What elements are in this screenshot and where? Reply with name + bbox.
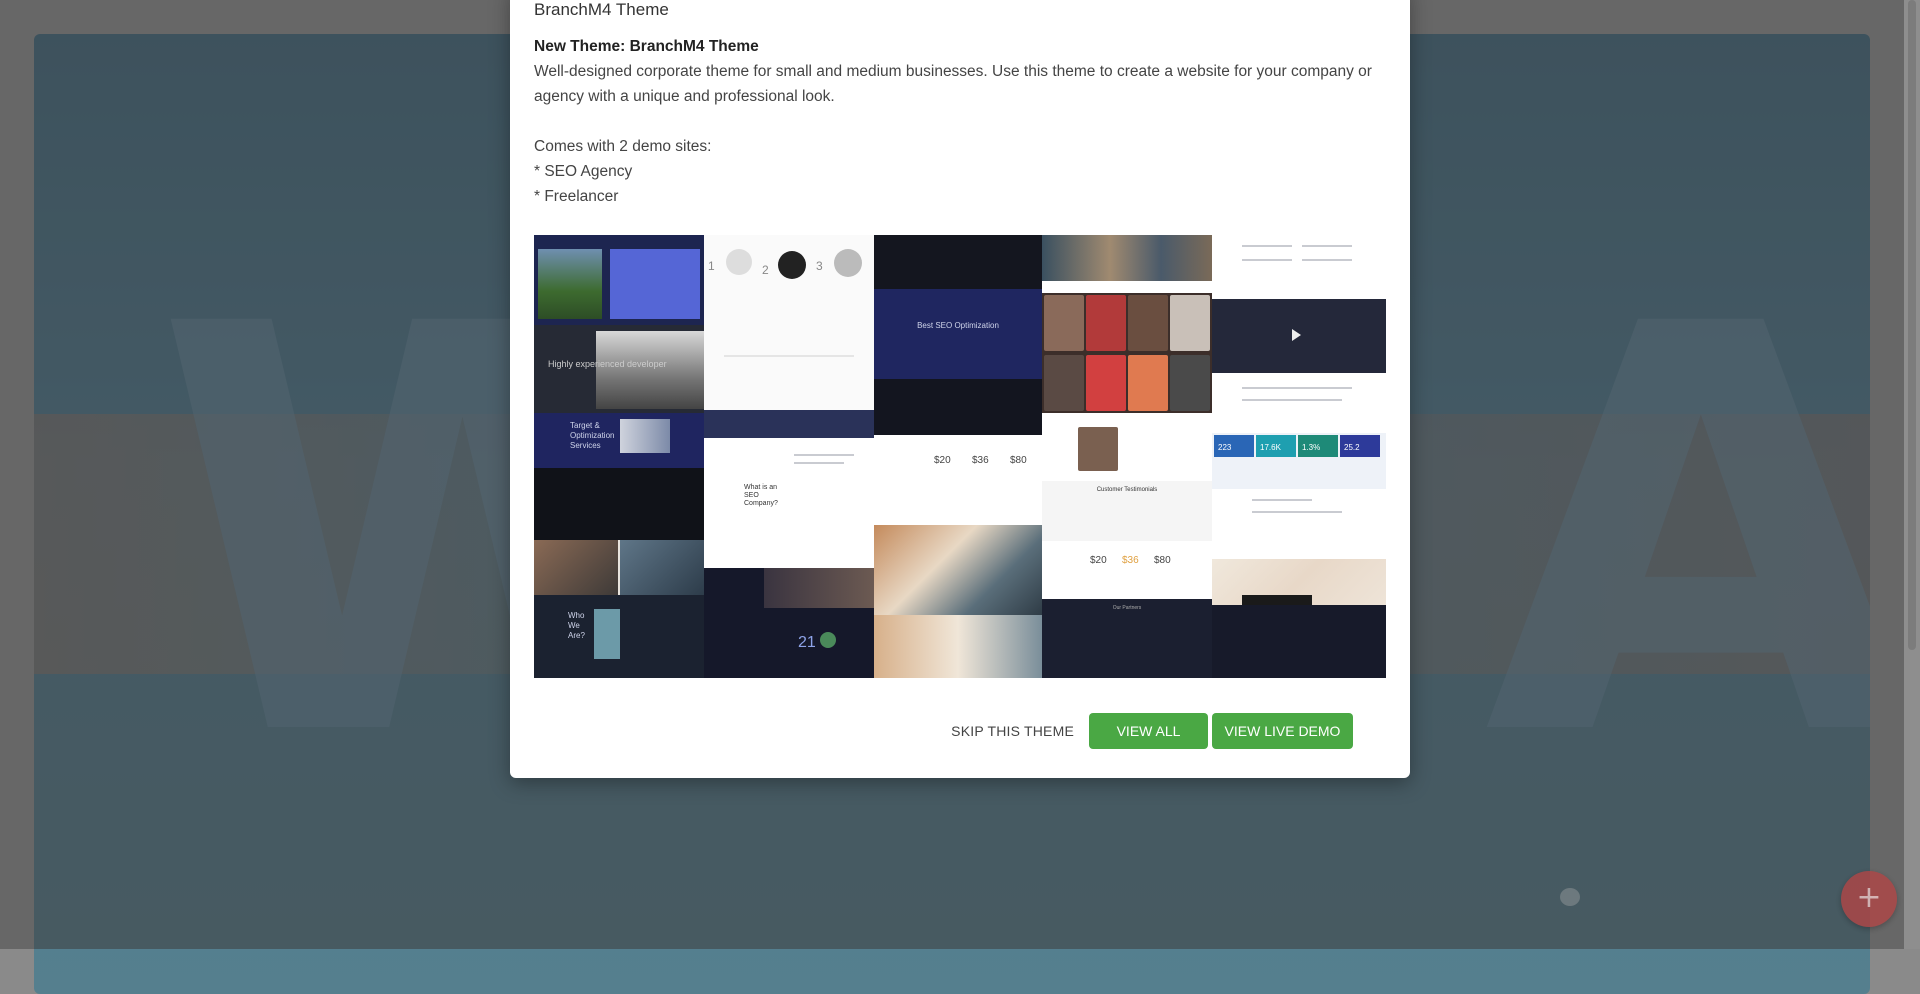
- preview-column-3: Best SEO Optimization $20 $36 $80: [874, 235, 1042, 678]
- page-scrollbar[interactable]: [1904, 0, 1920, 949]
- preview-column-5: 223 17.6K 1.3% 25.2: [1212, 235, 1386, 678]
- scrollbar-thumb[interactable]: [1908, 0, 1916, 650]
- modal-title: BranchM4 Theme: [534, 0, 669, 19]
- demo-intro: Comes with 2 demo sites:: [534, 138, 712, 155]
- preview-column-1: Highly experienced developer Target & Op…: [534, 235, 704, 678]
- preview-column-4: Customer Testimonials $20 $36 $80 Our Pa…: [1042, 235, 1212, 678]
- preview-counter: 21: [798, 634, 816, 651]
- preview-column-2: 1 2 3 What is an SEO Company? 21: [704, 235, 874, 678]
- theme-heading: New Theme: BranchM4 Theme: [534, 38, 759, 55]
- preview-seo-title: Best SEO Optimization: [917, 321, 999, 330]
- preview-seo-question: What is an SEO Company?: [744, 484, 778, 507]
- demo-site-item: * Freelancer: [534, 188, 619, 205]
- plus-icon: +: [1856, 880, 1882, 915]
- theme-description: Well-designed corporate theme for small …: [534, 63, 1372, 105]
- chat-bubble-icon: [1560, 888, 1580, 906]
- view-all-themes-button[interactable]: VIEW ALL THEMES!: [1089, 713, 1208, 775]
- preview-partners-title: Our Partners: [1112, 605, 1142, 611]
- theme-preview-image: Highly experienced developer Target & Op…: [534, 235, 1386, 678]
- view-live-demo-button[interactable]: VIEW LIVE DEMO: [1212, 713, 1353, 749]
- modal-body: New Theme: BranchM4 Theme Well-designed …: [534, 34, 1390, 209]
- demo-site-item: * SEO Agency: [534, 163, 633, 180]
- preview-testimonial-title: Customer Testimonials: [1096, 487, 1158, 493]
- theme-modal: BranchM4 Theme New Theme: BranchM4 Theme…: [510, 0, 1410, 778]
- preview-hero-text: Highly experienced developer: [548, 359, 667, 369]
- modal-footer: SKIP THIS THEME VIEW ALL THEMES! VIEW LI…: [534, 713, 1390, 775]
- add-button[interactable]: +: [1841, 871, 1897, 927]
- skip-theme-button[interactable]: SKIP THIS THEME: [951, 713, 1074, 749]
